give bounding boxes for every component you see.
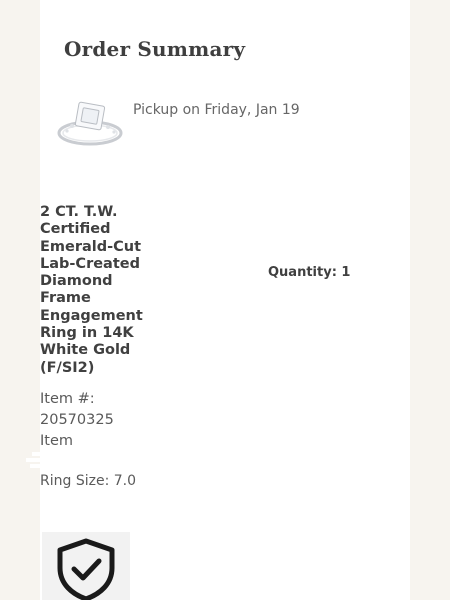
product-name[interactable]: 2 CT. T.W. Certified Emerald-Cut Lab-Cre… (40, 204, 152, 377)
quantity-text: Quantity: 1 (268, 265, 351, 280)
shield-check-icon (57, 538, 115, 600)
order-summary-title: Order Summary (64, 37, 246, 61)
pickup-date-text: Pickup on Friday, Jan 19 (133, 102, 300, 118)
edge-decoration (20, 452, 42, 470)
shield-badge-tile (42, 532, 130, 600)
item-number-text: Item #: 20570325 Item (40, 391, 114, 449)
order-summary-panel: Order Summary Pickup on Friday, Jan 19 2… (40, 0, 410, 600)
ring-thumbnail-image[interactable] (50, 96, 128, 158)
ring-size-text: Ring Size: 7.0 (40, 473, 136, 489)
